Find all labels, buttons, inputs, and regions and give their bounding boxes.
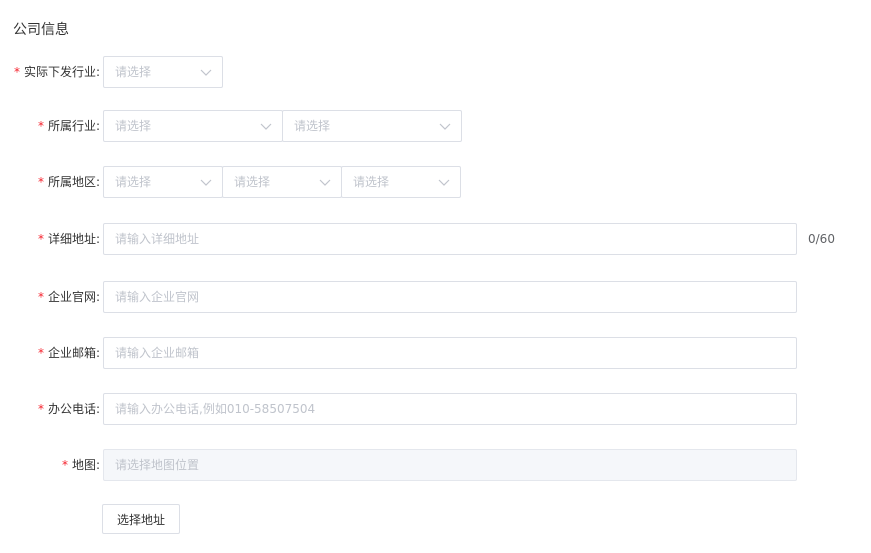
label-text: 地图: [71,458,100,472]
input-placeholder: 请输入办公电话,例如010-58507504 [115,402,316,416]
label-text: 实际下发行业: [23,65,100,79]
chevron-down-icon [438,179,450,186]
form-row-map: * 地图: 请选择地图位置 [0,449,871,481]
required-mark: * [37,346,44,360]
field-label-map: * 地图: [62,449,100,481]
chevron-down-icon [200,179,212,186]
form-row-phone: * 办公电话: 请输入办公电话,例如010-58507504 [0,393,871,425]
input-placeholder: 请输入详细地址 [115,232,200,246]
required-mark: * [37,232,44,246]
input-placeholder: 请输入企业官网 [115,290,200,304]
label-text: 所属行业: [47,119,100,133]
field-label-phone: * 办公电话: [38,393,100,425]
select-placeholder: 请选择 [234,175,271,189]
form-row-industry-actual: * 实际下发行业: 请选择 [0,56,871,88]
section-title: 公司信息 [13,22,69,38]
address-char-counter: 0/60 [808,232,835,246]
field-label-region: * 所属地区: [38,166,100,198]
input-placeholder: 请选择地图位置 [115,458,200,472]
field-label-industry: * 所属行业: [38,110,100,142]
required-mark: * [61,458,68,472]
chevron-down-icon [439,123,451,130]
chevron-down-icon [260,123,272,130]
select-placeholder: 请选择 [353,175,390,189]
industry-actual-select[interactable]: 请选择 [103,56,223,88]
region-district-select[interactable]: 请选择 [341,166,461,198]
map-location-input: 请选择地图位置 [103,449,797,481]
form-row-industry: * 所属行业: 请选择 请选择 [0,110,871,142]
select-address-button[interactable]: 选择地址 [102,504,180,534]
select-placeholder: 请选择 [115,65,152,79]
phone-input[interactable]: 请输入办公电话,例如010-58507504 [103,393,797,425]
field-label-address: * 详细地址: [38,223,100,255]
required-mark: * [37,290,44,304]
form-row-region: * 所属地区: 请选择 请选择 请选择 [0,166,871,198]
label-text: 企业邮箱: [47,346,100,360]
required-mark: * [37,119,44,133]
region-city-select[interactable]: 请选择 [222,166,342,198]
label-text: 所属地区: [47,175,100,189]
chevron-down-icon [319,179,331,186]
chevron-down-icon [200,69,212,76]
email-input[interactable]: 请输入企业邮箱 [103,337,797,369]
website-input[interactable]: 请输入企业官网 [103,281,797,313]
select-placeholder: 请选择 [115,175,152,189]
address-input[interactable]: 请输入详细地址 [103,223,797,255]
field-label-email: * 企业邮箱: [38,337,100,369]
field-label-industry-actual: * 实际下发行业: [14,56,100,88]
industry-secondary-select[interactable]: 请选择 [282,110,462,142]
form-row-email: * 企业邮箱: 请输入企业邮箱 [0,337,871,369]
industry-primary-select[interactable]: 请选择 [103,110,283,142]
label-text: 企业官网: [47,290,100,304]
input-placeholder: 请输入企业邮箱 [115,346,200,360]
label-text: 详细地址: [47,232,100,246]
required-mark: * [37,175,44,189]
form-row-website: * 企业官网: 请输入企业官网 [0,281,871,313]
field-label-website: * 企业官网: [38,281,100,313]
required-mark: * [13,65,20,79]
select-placeholder: 请选择 [115,119,152,133]
form-row-address: * 详细地址: 请输入详细地址 0/60 [0,223,871,255]
select-placeholder: 请选择 [294,119,331,133]
region-province-select[interactable]: 请选择 [103,166,223,198]
required-mark: * [37,402,44,416]
label-text: 办公电话: [47,402,100,416]
